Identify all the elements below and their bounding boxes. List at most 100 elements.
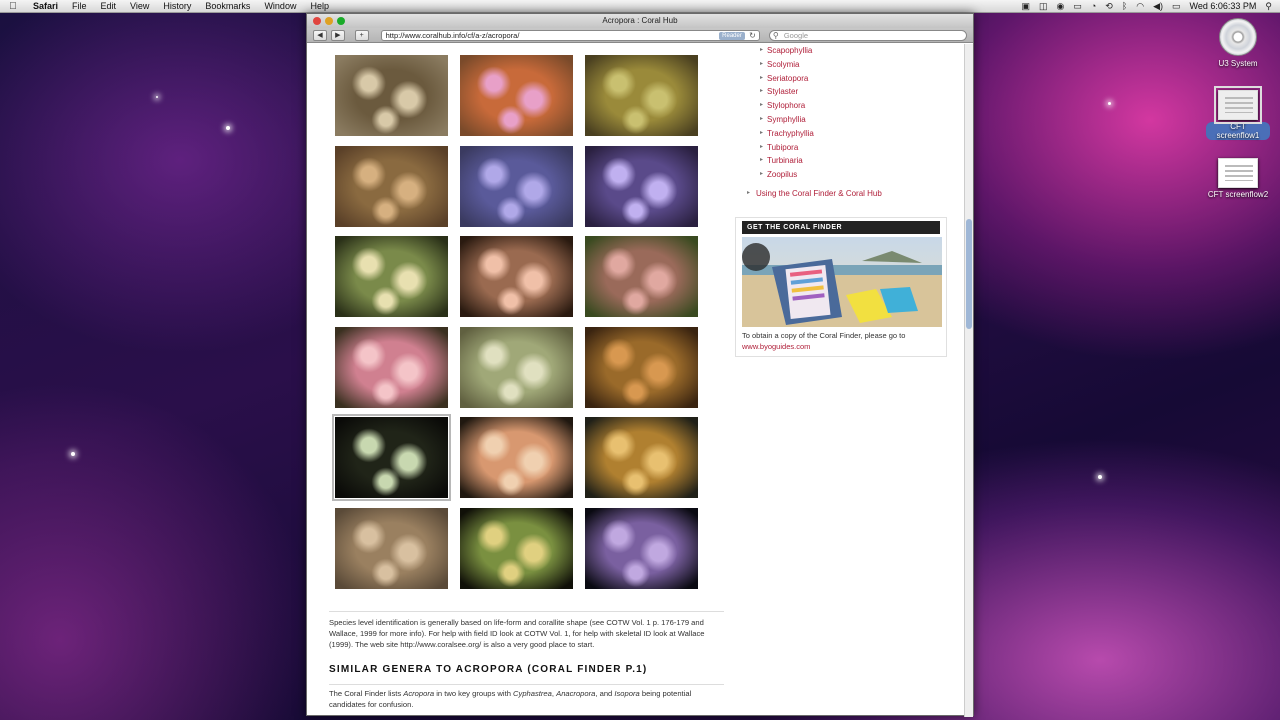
menu-history[interactable]: History <box>156 0 198 13</box>
star <box>156 96 158 98</box>
confusion-text: The Coral Finder lists Acropora in two k… <box>329 688 724 710</box>
search-field[interactable]: ⚲ Google <box>768 29 967 41</box>
reload-icon[interactable]: ↻ <box>749 31 756 41</box>
back-button[interactable]: ◀ <box>313 29 327 41</box>
scroll-thumb[interactable] <box>966 219 972 329</box>
genus-link[interactable]: Tubipora <box>735 141 947 155</box>
genus-link[interactable]: Seriatopora <box>735 72 947 86</box>
desktop-file-screenflow2[interactable]: CFT screenflow2 <box>1206 158 1270 199</box>
close-window-button[interactable] <box>313 17 321 25</box>
using-coral-finder-link[interactable]: Using the Coral Finder & Coral Hub <box>745 189 882 198</box>
menu-bar:  Safari File Edit View History Bookmark… <box>0 0 1280 13</box>
url-text: http://www.coralhub.info/cf/a-z/acropora… <box>385 30 520 40</box>
genus-link[interactable]: Stylaster <box>735 85 947 99</box>
vertical-scrollbar[interactable] <box>964 44 973 717</box>
genus-link[interactable]: Trachyphyllia <box>735 127 947 141</box>
coral-thumbnail[interactable] <box>460 236 573 317</box>
coral-thumbnail[interactable] <box>335 145 448 227</box>
genus-isopora: Isopora <box>614 689 640 698</box>
document-icon <box>1214 86 1262 124</box>
add-bookmark-button[interactable]: + <box>354 29 369 41</box>
genus-link[interactable]: Turbinaria <box>735 154 947 168</box>
byoguides-link[interactable]: www.byoguides.com <box>742 342 810 351</box>
wifi-icon[interactable]: ◠ <box>1136 1 1144 12</box>
coral-finder-image <box>742 237 942 327</box>
coral-finder-header: GET THE CORAL FINDER <box>742 221 940 234</box>
coral-thumbnail[interactable] <box>585 326 698 408</box>
menu-help[interactable]: Help <box>303 0 336 13</box>
record-icon[interactable]: ◉ <box>1056 1 1064 12</box>
text-fragment: The Coral Finder lists <box>329 689 404 698</box>
document-icon <box>1218 158 1258 188</box>
similar-genera-heading: SIMILAR GENERA TO ACROPORA (CORAL FINDER… <box>329 664 648 675</box>
reader-button[interactable]: Reader <box>719 31 745 40</box>
coral-thumbnail[interactable] <box>335 236 448 317</box>
coral-thumbnail[interactable] <box>585 507 698 589</box>
toolbar: ◀ ▶ + http://www.coralhub.info/cf/a-z/ac… <box>307 28 973 43</box>
disc-label: U3 System <box>1218 59 1258 68</box>
battery-icon[interactable]: ▭ <box>1172 1 1181 12</box>
disc-icon <box>1219 18 1257 56</box>
clock[interactable]: Wed 6:06:33 PM <box>1190 1 1257 11</box>
genus-cyphastrea: Cyphastrea <box>513 689 552 698</box>
genus-link[interactable]: Zoopilus <box>735 168 947 182</box>
coral-thumbnail[interactable] <box>585 145 698 227</box>
display-icon[interactable]: ▭ <box>1073 1 1082 12</box>
genus-link[interactable]: Scolymia <box>735 58 947 72</box>
title-bar[interactable]: Acropora : Coral Hub <box>307 14 973 28</box>
coral-thumbnail[interactable] <box>585 236 698 317</box>
coral-thumbnail[interactable] <box>460 326 573 408</box>
time-machine-icon[interactable]: ◔ <box>1091 1 1096 11</box>
coral-thumbnail[interactable] <box>585 55 698 136</box>
menu-window[interactable]: Window <box>257 0 303 13</box>
coral-thumbnail[interactable] <box>585 417 698 498</box>
genus-link[interactable]: Scapophyllia <box>735 44 947 58</box>
desktop-disc-u3-system[interactable]: U3 System <box>1206 18 1270 68</box>
coral-thumbnail[interactable] <box>460 145 573 227</box>
menu-view[interactable]: View <box>123 0 156 13</box>
coral-thumbnail[interactable] <box>460 417 573 498</box>
spotlight-icon[interactable]: ⚲ <box>1265 1 1272 12</box>
coral-thumbnail[interactable] <box>332 414 451 501</box>
genus-acropora: Acropora <box>403 689 435 698</box>
divider <box>329 684 724 685</box>
genera-list: ScapophylliaScolymiaSeriatoporaStylaster… <box>735 44 947 182</box>
page-content: ScapophylliaScolymiaSeriatoporaStylaster… <box>307 44 965 717</box>
coral-thumbnail[interactable] <box>335 507 448 589</box>
search-icon: ⚲ <box>772 30 779 40</box>
address-bar[interactable]: http://www.coralhub.info/cf/a-z/acropora… <box>380 29 760 41</box>
window-title: Acropora : Coral Hub <box>602 16 678 25</box>
coral-thumbnail[interactable] <box>335 326 448 408</box>
coral-finder-photo[interactable] <box>742 237 942 327</box>
coral-thumbnail[interactable] <box>460 507 573 589</box>
coral-thumbnail[interactable] <box>460 55 573 136</box>
minimize-window-button[interactable] <box>325 17 333 25</box>
search-placeholder: Google <box>783 30 809 40</box>
desktop-file-screenflow1[interactable]: CFT screenflow1 <box>1206 86 1270 140</box>
menu-file[interactable]: File <box>65 0 94 13</box>
bluetooth-icon[interactable]: ᛒ <box>1122 1 1127 11</box>
menu-app-name[interactable]: Safari <box>26 0 65 13</box>
coral-thumbnail[interactable] <box>335 55 448 136</box>
coral-finder-text: To obtain a copy of the Coral Finder, pl… <box>742 330 940 352</box>
zoom-window-button[interactable] <box>337 17 345 25</box>
volume-icon[interactable]: ◀) <box>1153 1 1163 12</box>
menu-bookmarks[interactable]: Bookmarks <box>198 0 257 13</box>
menu-edit[interactable]: Edit <box>94 0 124 13</box>
text-fragment: in two key groups with <box>434 689 514 698</box>
apple-menu-icon[interactable]:  <box>0 1 26 12</box>
file2-label: CFT screenflow2 <box>1207 190 1269 199</box>
coral-finder-description: To obtain a copy of the Coral Finder, pl… <box>742 331 906 340</box>
file1-label: CFT screenflow1 <box>1206 122 1270 140</box>
window-icon[interactable]: ◫ <box>1039 1 1048 12</box>
sync-icon[interactable]: ⟲ <box>1105 1 1113 12</box>
genus-anacropora: Anacropora <box>556 689 596 698</box>
coral-finder-box: GET THE CORAL FINDER To obtain a copy of… <box>735 217 947 357</box>
screen-recording-icon[interactable]: ▣ <box>1021 1 1030 12</box>
genus-link[interactable]: Symphyllia <box>735 113 947 127</box>
genus-link[interactable]: Stylophora <box>735 99 947 113</box>
star <box>71 452 75 456</box>
star <box>1108 102 1111 105</box>
text-fragment: , and <box>595 689 615 698</box>
forward-button[interactable]: ▶ <box>330 29 345 41</box>
